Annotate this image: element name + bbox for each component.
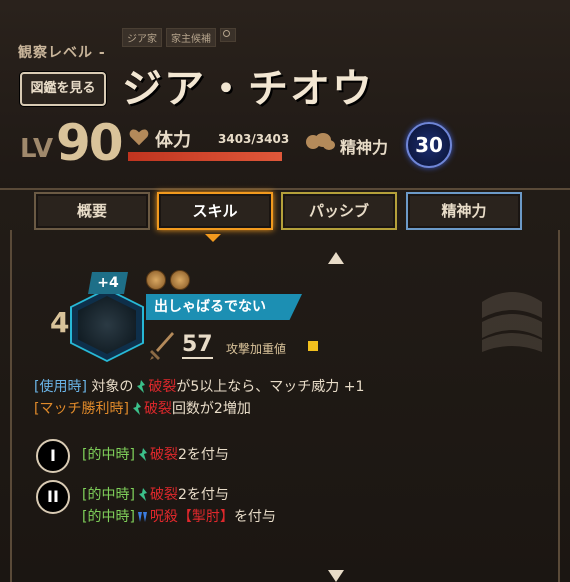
hp-value: 3403/3403 xyxy=(218,132,290,146)
effect-line: [的中時] 破裂2を付与 xyxy=(82,444,229,466)
attack-weight-indicator xyxy=(308,341,318,351)
hp-bar-fill xyxy=(128,152,282,161)
skill-effects: [使用時] 対象の 破裂が5以上なら、マッチ威力 +1 [マッチ勝利時] 破裂回数が… xyxy=(34,376,364,420)
frame-right xyxy=(558,230,560,582)
effect-text: が5以上なら、マッチ威力 +1 xyxy=(176,379,365,395)
tag-family: ジア家 xyxy=(122,28,162,47)
scroll-up-arrow-icon[interactable] xyxy=(328,252,344,264)
effect-tag: [使用時] xyxy=(34,379,87,395)
active-tab-indicator xyxy=(205,234,221,242)
effect-line: [使用時] 対象の 破裂が5以上なら、マッチ威力 +1 xyxy=(34,376,364,398)
effect-tag: [的中時] xyxy=(82,487,135,503)
coin-icon xyxy=(146,270,166,290)
effect-tag: [的中時] xyxy=(82,447,135,463)
brain-icon xyxy=(306,133,335,150)
level-label: LV xyxy=(20,134,54,164)
effect-tag: [マッチ勝利時] xyxy=(34,401,129,417)
rupture-icon xyxy=(138,488,147,501)
mind-label: 精神力 xyxy=(340,138,389,157)
effect-keyword[interactable]: 呪殺【掣肘】 xyxy=(150,509,234,525)
effect-text: 2を付与 xyxy=(177,447,229,463)
frame-left xyxy=(10,230,12,582)
skill-power: 57 xyxy=(182,332,213,359)
coin-numeral: I xyxy=(36,439,70,473)
effect-text: 対象の xyxy=(91,379,134,395)
mind-value: 30 xyxy=(406,122,452,168)
curse-icon xyxy=(137,512,147,522)
coin-icon xyxy=(170,270,190,290)
coin-row xyxy=(146,270,190,290)
effect-text: を付与 xyxy=(233,509,276,525)
tab-mind[interactable]: 精神力 xyxy=(406,192,522,230)
effect-line: [マッチ勝利時] 破裂回数が2増加 xyxy=(34,398,364,420)
dex-button[interactable]: 図鑑を見る xyxy=(20,72,106,106)
skill-plus-badge: +4 xyxy=(88,272,128,294)
magnifier-icon[interactable] xyxy=(220,28,236,42)
tab-passive[interactable]: パッシブ xyxy=(281,192,397,230)
tab-overview[interactable]: 概要 xyxy=(34,192,150,230)
coin-numeral: II xyxy=(36,480,70,514)
rupture-icon xyxy=(137,380,146,393)
effect-tag: [的中時] xyxy=(82,509,135,525)
hp-bar xyxy=(128,152,282,161)
coin-effect-2: [的中時] 破裂2を付与 [的中時] 呪殺【掣肘】を付与 xyxy=(82,484,276,528)
hp-label: 体力 xyxy=(155,130,191,151)
coin-effect-1: [的中時] 破裂2を付与 xyxy=(82,444,229,466)
effect-keyword[interactable]: 破裂 xyxy=(148,379,176,395)
effect-keyword[interactable]: 破裂 xyxy=(150,447,178,463)
bg-emblem-icon xyxy=(482,292,542,352)
effect-text: 2を付与 xyxy=(177,487,229,503)
tab-skill[interactable]: スキル xyxy=(157,192,273,230)
tag-list: ジア家 家主候補 xyxy=(122,28,236,47)
skill-name: 出しゃばるでない xyxy=(146,294,302,320)
observe-level: 観察レベル - xyxy=(18,45,106,61)
effect-text: 回数が2増加 xyxy=(171,401,251,417)
effect-keyword[interactable]: 破裂 xyxy=(144,401,172,417)
effect-line: [的中時] 呪殺【掣肘】を付与 xyxy=(82,506,276,528)
scroll-down-arrow-icon[interactable] xyxy=(328,570,344,582)
level-value: 90 xyxy=(56,114,124,172)
divider xyxy=(0,188,570,190)
character-name: ジア・チオウ xyxy=(122,66,374,112)
rupture-icon xyxy=(138,448,147,461)
tag-candidate: 家主候補 xyxy=(166,28,216,47)
sword-icon xyxy=(150,332,174,360)
effect-keyword[interactable]: 破裂 xyxy=(150,487,178,503)
skill-level: 4 xyxy=(50,306,70,339)
heart-icon xyxy=(129,129,149,146)
attack-weight-label: 攻撃加重値 xyxy=(226,342,287,356)
rupture-icon xyxy=(132,402,141,415)
effect-line: [的中時] 破裂2を付与 xyxy=(82,484,276,506)
